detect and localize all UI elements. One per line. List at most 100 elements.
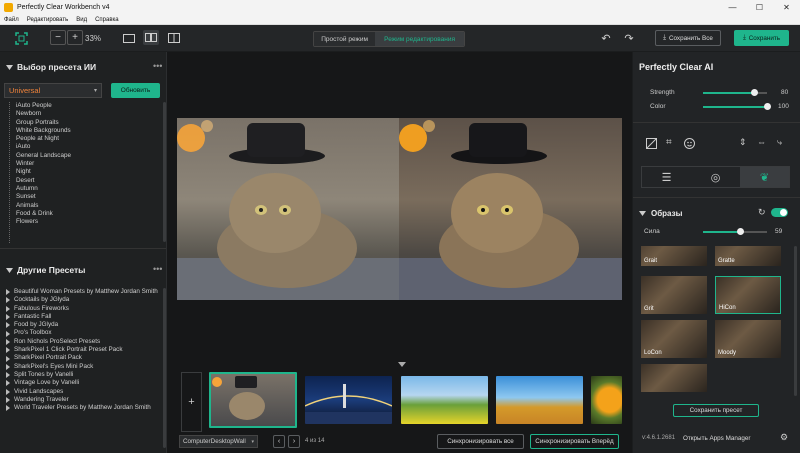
- looks-scrollbar[interactable]: [794, 246, 797, 396]
- list-item[interactable]: Desert: [10, 177, 71, 185]
- list-item[interactable]: SharkPixel's Eyes Mini Pack: [6, 363, 162, 371]
- close-button[interactable]: ✕: [773, 0, 800, 15]
- rotate-icon[interactable]: ⤷: [777, 137, 782, 148]
- redo-icon[interactable]: ↷: [622, 31, 636, 45]
- compare-view-icon[interactable]: [166, 31, 182, 45]
- look-moody[interactable]: Moody: [715, 320, 781, 358]
- list-item[interactable]: Vivid Landscapes: [6, 388, 162, 396]
- add-image-button[interactable]: +: [181, 372, 202, 432]
- exposure-icon[interactable]: [646, 138, 658, 150]
- crop-icon[interactable]: ⌗: [666, 137, 672, 148]
- looks-toggle[interactable]: [771, 208, 788, 217]
- filmstrip-thumb-selected[interactable]: [209, 372, 297, 428]
- save-button[interactable]: ⤓ Сохранить: [734, 30, 789, 46]
- minimize-button[interactable]: —: [719, 0, 746, 15]
- after-image[interactable]: [399, 118, 622, 300]
- filmstrip-thumb[interactable]: [305, 376, 392, 424]
- filmstrip-thumb[interactable]: [591, 376, 622, 424]
- adjustments-tab-icon[interactable]: ☰: [642, 167, 691, 187]
- save-preset-button[interactable]: Сохранить пресет: [673, 404, 759, 417]
- settings-gear-icon[interactable]: ⚙: [780, 432, 788, 443]
- list-item[interactable]: White Backgrounds: [10, 127, 71, 135]
- flip-vertical-icon[interactable]: ⇕: [739, 137, 747, 148]
- look-grit[interactable]: Grit: [641, 276, 707, 314]
- list-item[interactable]: People at Night: [10, 135, 71, 143]
- look-hicon[interactable]: HiCon: [715, 276, 781, 314]
- look-locon[interactable]: LoCon: [641, 320, 707, 358]
- list-item[interactable]: Night: [10, 168, 71, 176]
- sync-all-button[interactable]: Синхронизировать все: [437, 434, 524, 449]
- list-item[interactable]: SharkPixel Portrait Pack: [6, 354, 162, 362]
- list-item[interactable]: Fabulous Fireworks: [6, 305, 162, 313]
- simple-mode-tab[interactable]: Простой режим: [314, 32, 376, 46]
- retouch-tab-icon[interactable]: ◎: [691, 167, 740, 187]
- ai-preset-section-header[interactable]: Выбор пресета ИИ: [6, 62, 96, 72]
- before-image[interactable]: [177, 118, 399, 300]
- sync-forward-button[interactable]: Синхронизировать Вперёд: [530, 434, 619, 449]
- crop-select-icon[interactable]: [14, 31, 28, 45]
- zoom-out-button[interactable]: −: [50, 30, 66, 45]
- list-item[interactable]: Group Portraits: [10, 119, 71, 127]
- list-item[interactable]: Animals: [10, 202, 71, 210]
- list-item[interactable]: Food & Drink: [10, 210, 71, 218]
- folder-select[interactable]: ComputerDesktopWall ▾: [179, 435, 258, 448]
- split-view-icon[interactable]: [143, 30, 159, 45]
- filmstrip-thumb[interactable]: [496, 376, 583, 424]
- more-dots-icon[interactable]: •••: [153, 264, 162, 274]
- list-item-label: Food by JGlyda: [14, 321, 59, 329]
- list-item[interactable]: Split Tones by Vanelli: [6, 371, 162, 379]
- single-view-icon[interactable]: [121, 31, 137, 45]
- undo-icon[interactable]: ↶: [599, 31, 613, 45]
- edit-mode-tab[interactable]: Режим редактирования: [375, 32, 464, 46]
- apps-manager-link[interactable]: Открыть Apps Manager: [683, 435, 750, 442]
- maximize-button[interactable]: ☐: [746, 0, 773, 15]
- list-item[interactable]: Food by JGlyda: [6, 321, 162, 329]
- strength-slider-knob[interactable]: [750, 89, 758, 96]
- preset-select[interactable]: Universal ▾: [4, 83, 102, 98]
- list-item[interactable]: iAuto People: [10, 102, 71, 110]
- next-image-button[interactable]: ›: [288, 435, 300, 448]
- menu-help[interactable]: Справка: [95, 17, 119, 23]
- list-item[interactable]: Newborn: [10, 110, 71, 118]
- list-item[interactable]: Winter: [10, 160, 71, 168]
- face-icon[interactable]: [684, 138, 696, 150]
- list-item[interactable]: Fantastic Fall: [6, 313, 162, 321]
- look-gratte[interactable]: Gratte: [715, 246, 781, 266]
- other-presets-header[interactable]: Другие Пресеты: [6, 265, 85, 275]
- list-item[interactable]: Autumn: [10, 185, 71, 193]
- list-item[interactable]: Beautiful Woman Presets by Matthew Jorda…: [6, 288, 162, 296]
- reset-icon[interactable]: ↻: [758, 207, 766, 218]
- list-item[interactable]: SharkPixel 1 Click Portrait Preset Pack: [6, 346, 162, 354]
- save-all-button[interactable]: ⤓ Сохранить Все: [655, 30, 721, 46]
- menu-file[interactable]: Файл: [4, 17, 19, 23]
- list-item[interactable]: General Landscape: [10, 152, 71, 160]
- list-item[interactable]: Cocktails by JGlyda: [6, 296, 162, 304]
- menu-view[interactable]: Вид: [76, 17, 87, 23]
- prev-image-button[interactable]: ‹: [273, 435, 285, 448]
- refresh-button[interactable]: Обновить: [111, 83, 160, 98]
- looks-tab-icon[interactable]: ❦: [740, 167, 789, 187]
- list-item[interactable]: iAuto: [10, 143, 71, 151]
- list-item-label: Vivid Landscapes: [14, 387, 64, 395]
- list-item[interactable]: World Traveler Presets by Matthew Jordan…: [6, 404, 162, 412]
- zoom-in-button[interactable]: +: [67, 30, 83, 45]
- look-item[interactable]: [641, 364, 707, 392]
- list-item[interactable]: Pro's Toolbox: [6, 329, 162, 337]
- look-grait[interactable]: Grait: [641, 246, 707, 266]
- filmstrip-thumb[interactable]: [401, 376, 488, 424]
- list-item[interactable]: Vintage Love by Vanelli: [6, 379, 162, 387]
- image-canvas: + ComputerDesktopWall ▾ ‹ › 4 из 14 Синх…: [167, 52, 632, 453]
- color-slider-knob[interactable]: [763, 103, 771, 110]
- more-dots-icon[interactable]: •••: [153, 61, 162, 71]
- flip-horizontal-icon[interactable]: ⇔: [757, 137, 766, 147]
- sila-slider-knob[interactable]: [737, 228, 745, 235]
- looks-section-header[interactable]: Образы: [639, 209, 682, 218]
- menu-edit[interactable]: Редактировать: [27, 17, 68, 23]
- list-item[interactable]: Ron Nichols ProSelect Presets: [6, 338, 162, 346]
- filmstrip-collapse-icon[interactable]: [398, 362, 406, 367]
- list-item[interactable]: Sunset: [10, 193, 71, 201]
- ai-list-scrollbar[interactable]: [163, 102, 166, 242]
- list-item[interactable]: Wandering Traveler: [6, 396, 162, 404]
- other-list-scrollbar[interactable]: [163, 288, 166, 448]
- list-item[interactable]: Flowers: [10, 218, 71, 226]
